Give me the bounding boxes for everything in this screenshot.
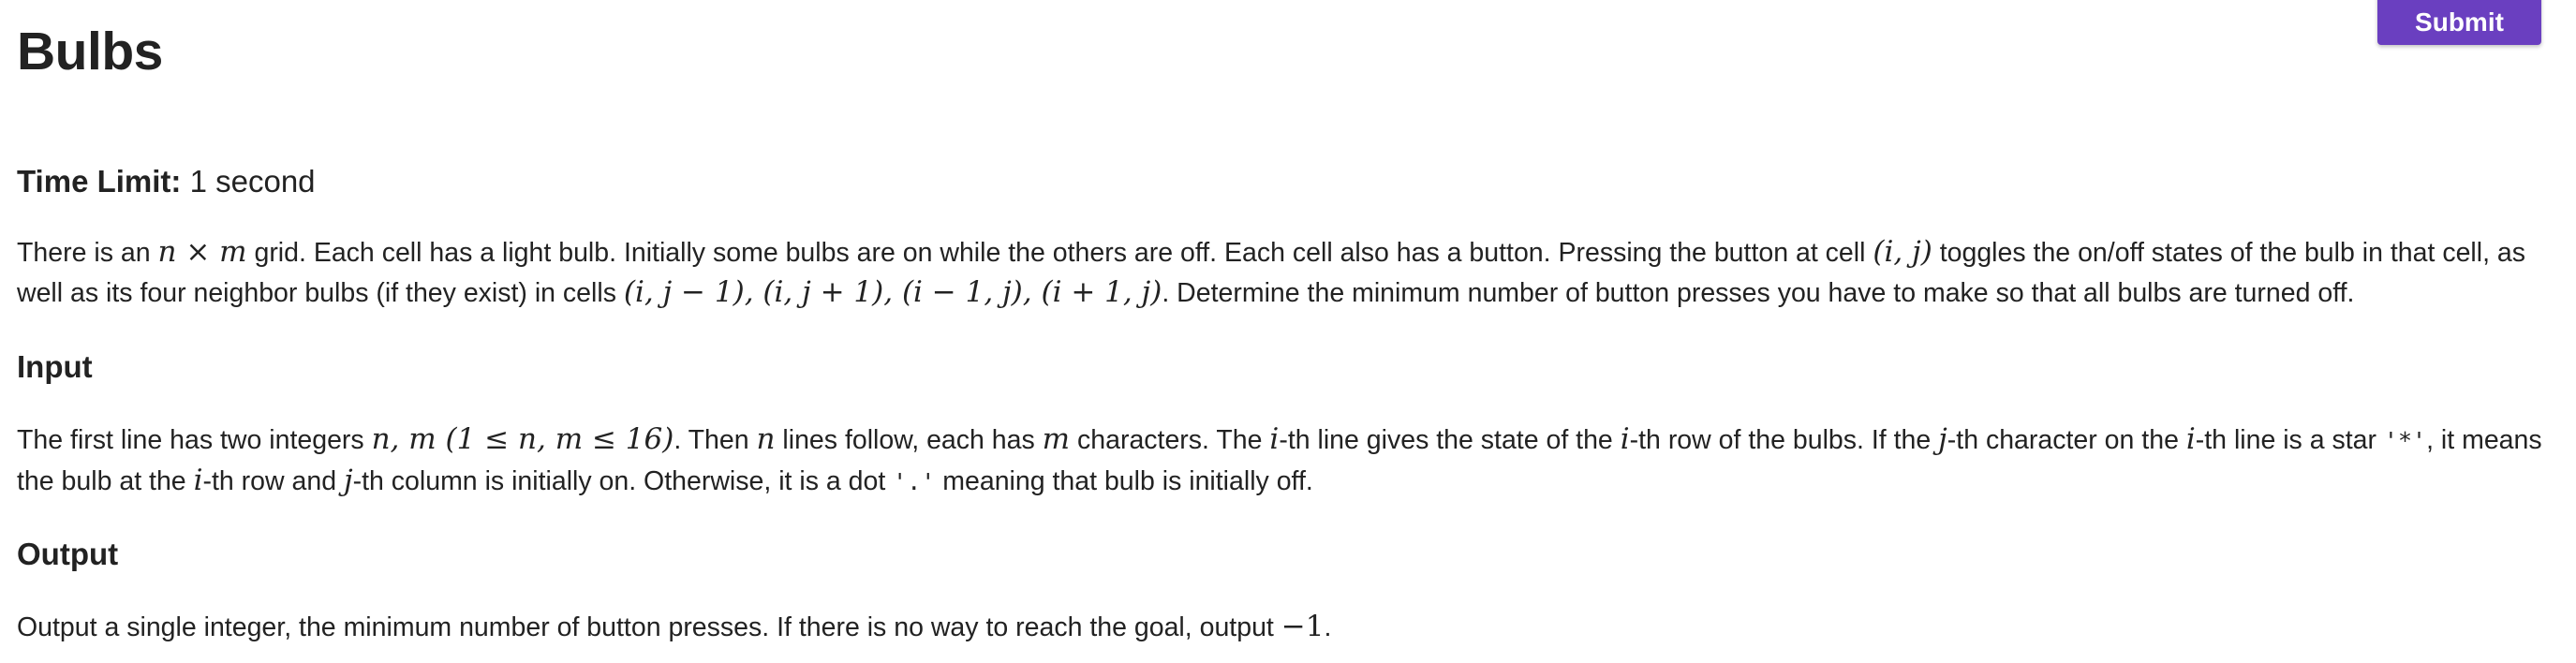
math-expression: j [343,464,353,497]
math-expression: i [193,464,203,497]
time-limit-label: Time Limit: [17,164,182,199]
input-text: . Then [674,425,757,455]
math-expression: −1 [1281,610,1325,643]
input-text: -th line is a star [2195,425,2384,455]
problem-statement: There is an n × m grid. Each cell has a … [17,232,2557,313]
input-text: -th row of the bulbs. If the [1629,425,1939,455]
code-literal: '.' [893,468,936,495]
math-expression: i [1269,422,1280,456]
input-text: -th line gives the state of the [1279,425,1621,455]
input-description: The first line has two integers n, m (1 … [17,420,2557,502]
statement-text: grid. Each cell has a light bulb. Initia… [246,238,1873,268]
math-expression: (1 ≤ n, m ≤ 16) [436,422,674,456]
input-text: The first line has two integers [17,425,372,455]
input-text: lines follow, each has [775,425,1043,455]
math-expression: n, m [371,422,437,456]
submit-button[interactable]: Submit [2377,0,2541,45]
math-expression: i [1620,422,1630,456]
time-limit: Time Limit: 1 second [17,164,316,199]
problem-title: Bulbs [17,22,163,81]
code-literal: '*' [2383,427,2427,454]
output-text: Output a single integer, the minimum num… [17,612,1281,642]
math-expression: i [2185,422,2196,456]
math-expression: (i, j) [1873,235,1932,269]
input-text: characters. The [1070,425,1270,455]
output-heading: Output [17,537,119,571]
math-expression: m [1042,422,1071,456]
input-heading: Input [17,349,93,384]
input-text: meaning that bulb is initially off. [935,466,1313,496]
input-text: -th character on the [1947,425,2186,455]
math-expression: (i, j − 1), (i, j + 1), (i − 1, j), (i +… [623,275,1162,309]
output-text: . [1324,612,1332,642]
input-text: -th row and [202,466,344,496]
input-text: -th column is initially on. Otherwise, i… [352,466,894,496]
statement-text: . Determine the minimum number of button… [1162,278,2355,308]
math-expression: n × m [157,235,247,269]
time-limit-value: 1 second [189,164,316,199]
output-description: Output a single integer, the minimum num… [17,607,2557,647]
statement-text: There is an [17,238,158,268]
math-expression: n [756,422,776,456]
math-expression: j [1938,422,1947,456]
